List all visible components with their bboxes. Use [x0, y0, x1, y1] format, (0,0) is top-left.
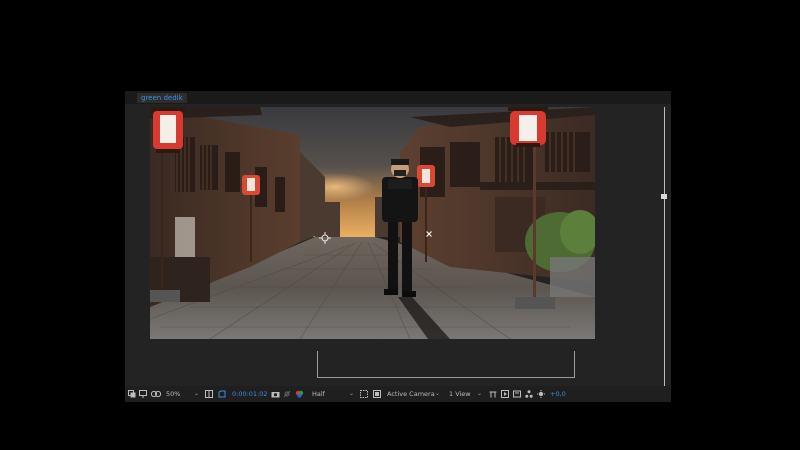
fast-previews-icon[interactable]: [501, 390, 509, 398]
camera-dropdown[interactable]: Active Camera: [387, 389, 435, 399]
show-snapshot-icon[interactable]: [283, 390, 291, 398]
chevron-down-icon[interactable]: ⌄: [477, 389, 482, 399]
always-preview-icon[interactable]: [128, 390, 136, 398]
resolution-dropdown[interactable]: Half: [312, 389, 325, 399]
monitor-icon[interactable]: [139, 390, 147, 398]
snapshot-camera-icon[interactable]: [271, 390, 280, 398]
region-marker: [317, 351, 575, 378]
composition-panel: green dedik 50% ⌄ 0:00:01:02 Half ⌄ Acti…: [125, 91, 671, 402]
chevron-down-icon[interactable]: ⌄: [435, 389, 440, 399]
view-layout-dropdown[interactable]: 1 View: [449, 389, 471, 399]
flowchart-icon[interactable]: [525, 390, 533, 398]
magnification-dropdown[interactable]: 50%: [166, 389, 180, 399]
mask-path-icon[interactable]: [218, 390, 226, 398]
transparency-grid-icon[interactable]: [373, 390, 381, 398]
composition-frame[interactable]: [150, 107, 595, 339]
timeline-icon[interactable]: [513, 390, 521, 398]
viewer-toolbar: 50% ⌄ 0:00:01:02 Half ⌄ Active Camera ⌄ …: [125, 386, 671, 402]
scene-image: [150, 107, 595, 339]
exposure-value[interactable]: +0,0: [550, 389, 566, 399]
mask-icon[interactable]: [151, 390, 161, 398]
reset-exposure-icon[interactable]: [537, 390, 545, 398]
toggle-pixel-aspect-icon[interactable]: [489, 390, 497, 398]
current-time[interactable]: 0:00:01:02: [232, 389, 268, 399]
scroll-thumb[interactable]: [661, 194, 667, 199]
resolution-grid-icon[interactable]: [205, 390, 213, 398]
vertical-scrollbar[interactable]: [664, 107, 665, 389]
chevron-down-icon[interactable]: ⌄: [194, 389, 199, 399]
panel-tab-bar: green dedik: [125, 91, 671, 104]
channel-rgb-icon[interactable]: [295, 390, 304, 398]
composition-viewer[interactable]: [125, 104, 671, 389]
region-of-interest-icon[interactable]: [360, 390, 368, 398]
composition-tab[interactable]: green dedik: [137, 93, 187, 103]
chevron-down-icon[interactable]: ⌄: [349, 389, 354, 399]
